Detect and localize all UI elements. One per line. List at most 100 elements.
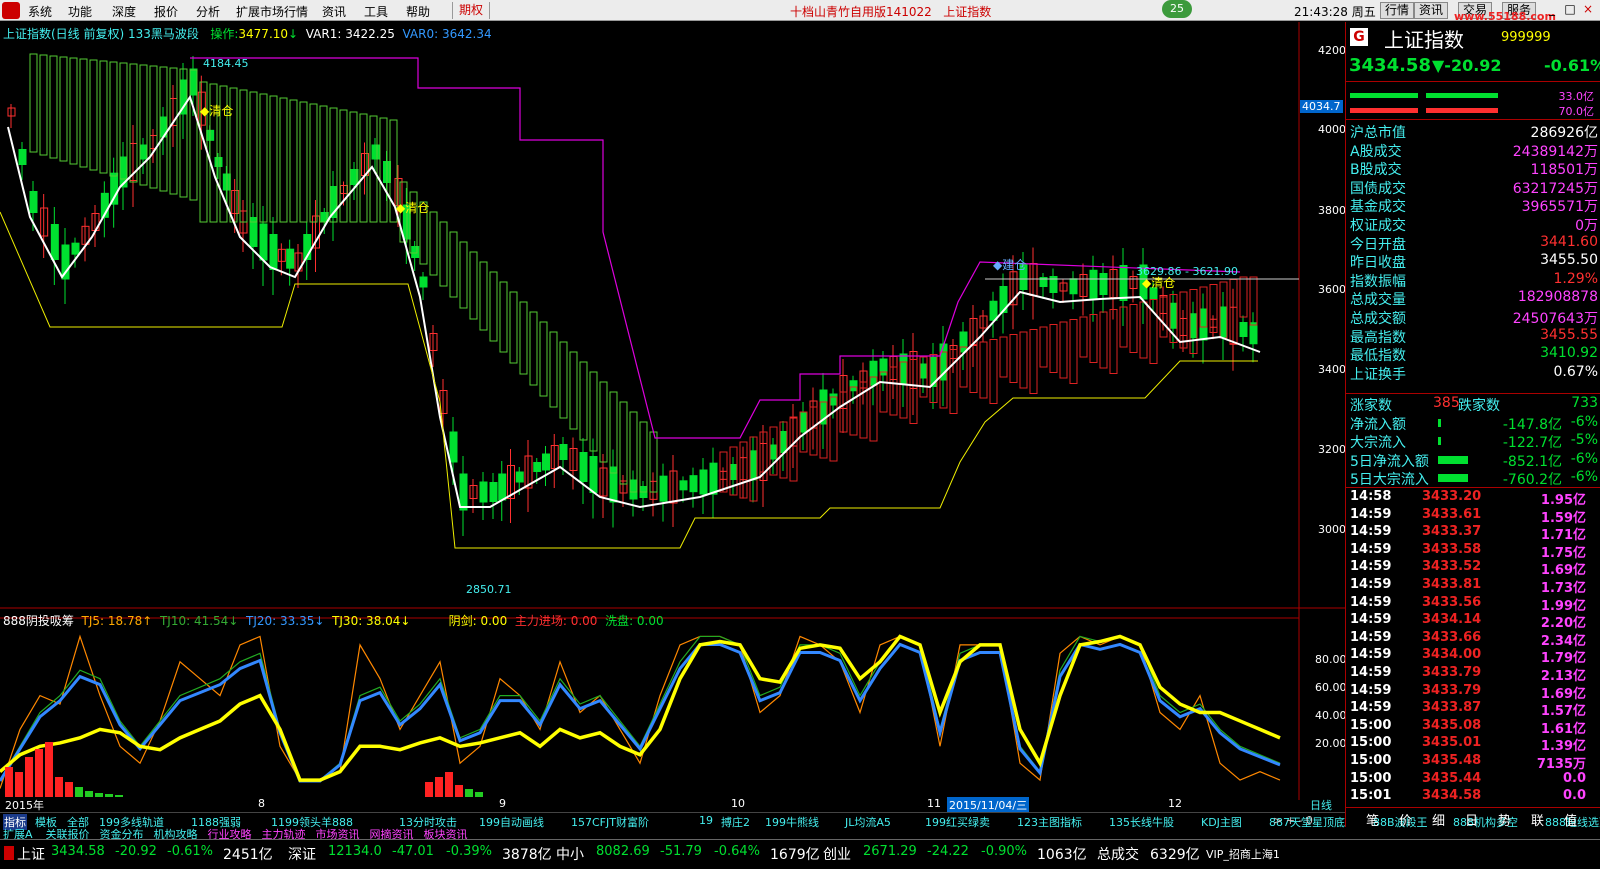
stat-row: 今日开盘 3441.60 [1350,234,1598,253]
right-tab[interactable]: 笔 [1366,810,1379,829]
tick-time: 15:01 [1350,788,1392,804]
index-price: 12134.0 [328,844,382,859]
tick-amount: 2.13亿 [1540,669,1586,684]
stat-label: 今日开盘 [1350,236,1406,253]
index-pct: -0.64% [714,844,760,859]
tick-price: 3433.81 [1422,577,1482,592]
zl-value: 主力进场: 0.00 [514,614,598,628]
tick-price: 3433.37 [1422,524,1482,540]
chart-area[interactable]: 上证指数(日线 前复权) 133黑马波段 操作:3477.10↓ VAR1: 3… [0,22,1347,800]
app-logo-icon [2,2,20,19]
tick-amount: 1.59亿 [1540,510,1586,526]
maximize-icon[interactable]: □ [1562,2,1578,18]
tick-row: 14:59 3434.14 2.20亿 [1350,612,1598,631]
index-name: 创业 [823,847,851,863]
tick-time: 14:58 [1350,489,1392,504]
right-tab[interactable]: 联 [1531,810,1544,829]
period-selector[interactable]: 日线 [1310,797,1332,813]
stat-row: 国债成交 63217245万 [1350,178,1598,197]
tick-row: 14:59 3433.37 1.71亿 [1350,524,1598,543]
flow-row: 大宗流入 -122.7亿 -5% [1350,432,1598,451]
stat-label: 最高指数 [1350,329,1406,346]
notification-badge[interactable]: 25 [1162,0,1192,18]
close-icon[interactable]: × [1580,2,1596,18]
menu-item-system[interactable]: 系统 [28,3,52,20]
menu-item-tools[interactable]: 工具 [364,3,388,20]
index-amount: 1679亿 [770,847,820,863]
x-label: 9 [499,797,506,810]
menu-item-extended[interactable]: 扩展市场行情 [236,3,308,20]
right-tab[interactable]: 值 [1564,810,1577,829]
flow-value: -852.1亿 [1502,453,1562,470]
tick-time: 14:59 [1350,524,1392,540]
stat-row: 最低指数 3410.92 [1350,345,1598,364]
tick-amount: 0.0 [1562,770,1586,786]
tick-time: 14:59 [1350,647,1392,663]
price-tick: 3400 [1318,363,1346,376]
right-tab[interactable]: 日 [1465,810,1478,829]
menu-item-quote[interactable]: 报价 [154,3,178,20]
right-tab[interactable]: 价 [1399,810,1412,829]
index-quote[interactable]: 上证 3434.58 -20.92 -0.61% 2451亿 [3,840,273,869]
index-amount: 2451亿 [223,847,273,863]
price-tick: 3200 [1318,443,1346,456]
stock-name: 上证指数 [1384,28,1464,52]
minimize-icon[interactable]: _ [1544,2,1560,18]
stat-value: 118501万 [1530,162,1598,179]
tick-price: 3435.44 [1422,770,1482,786]
tick-amount: 1.73亿 [1540,581,1586,596]
tick-price: 3433.56 [1422,594,1482,610]
down-count: 733 [1571,395,1598,411]
right-tab[interactable]: 势 [1498,810,1511,829]
btn-news[interactable]: 资讯 [1414,2,1449,19]
stat-value: 182908878 [1517,289,1598,306]
stat-label: 基金成交 [1350,199,1406,216]
price-tick: 3000 [1318,523,1346,536]
stat-label: 总成交额 [1350,311,1406,327]
vol-bar-label-2: 70.0亿 [1558,105,1595,118]
index-quote[interactable]: 中小 8082.69 -51.79 -0.64% 1679亿 [556,840,826,869]
stat-row: 基金成交 3965571万 [1350,196,1598,216]
btn-quote[interactable]: 行情 [1380,2,1415,19]
flow-pct: -5% [1570,432,1598,449]
tick-time: 14:59 [1350,559,1392,575]
sub-tick: 80.00 [1315,653,1347,666]
menu-item-news[interactable]: 资讯 [322,3,346,20]
price-cursor-marker: 4034.7 [1300,100,1343,113]
index-name: 深证 [288,847,316,863]
index-change: -47.01 [392,844,434,859]
tick-amount: 1.79亿 [1540,651,1586,667]
index-name: 中小 [556,847,584,863]
tick-price: 3433.79 [1422,665,1482,680]
tick-row: 15:00 3435.08 1.61亿 [1350,718,1598,737]
menu-item-analysis[interactable]: 分析 [196,3,220,20]
x-label: 2015年 [5,799,44,812]
menu-item-options[interactable]: 期权 [452,2,491,19]
kline-chart[interactable] [0,22,1345,800]
var0-value: VAR0: 3642.34 [402,27,492,41]
index-quote[interactable]: 创业 2671.29 -24.22 -0.90% 1063亿 [823,840,1093,869]
index-price: 3434.58 [51,844,105,859]
right-tab[interactable]: 细 [1432,810,1445,829]
stat-label: 指数振幅 [1350,273,1406,290]
tick-row: 14:59 3433.61 1.59亿 [1350,507,1598,526]
menu-item-depth[interactable]: 深度 [112,3,136,20]
tick-row: 14:59 3434.00 1.79亿 [1350,647,1598,667]
window-title: 十档山青竹自用版141022 上证指数 [790,5,992,19]
sub-tick: 40.00 [1315,709,1347,722]
index-quote[interactable]: 深证 12134.0 -47.01 -0.39% 3878亿 [288,840,558,869]
menu-item-function[interactable]: 功能 [68,3,92,20]
menu-item-help[interactable]: 帮助 [406,3,430,20]
price-tick: 4200 [1318,44,1346,57]
tick-row: 14:59 3433.79 1.69亿 [1350,683,1598,702]
vol-bar-label-1: 33.0亿 [1558,90,1595,103]
tick-row: 14:59 3433.81 1.73亿 [1350,577,1598,596]
xp-value: 洗盘: 0.00 [605,614,664,628]
updown-row: 涨家数 385 跌家数 733 [1350,395,1598,414]
clear-signal-2: ◆清仓 [396,201,430,215]
tick-price: 3433.66 [1422,629,1482,645]
tick-time: 15:00 [1350,753,1392,768]
flow-pct: -6% [1570,414,1598,430]
tick-price: 3435.48 [1422,753,1482,768]
index-change: -24.22 [927,844,969,859]
